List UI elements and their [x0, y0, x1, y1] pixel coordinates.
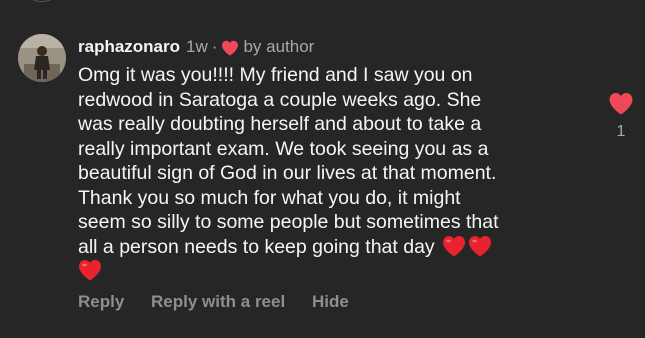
like-column: 1 — [608, 92, 634, 141]
meta-separator: · — [211, 37, 218, 56]
comment-text-line: was really doubting herself and about to… — [78, 113, 482, 135]
heart-icon[interactable] — [608, 92, 634, 115]
comment-text: Omg it was you!!!! My friend and I saw y… — [78, 63, 558, 284]
comment-text-line: beautiful sign of God in our lives at th… — [78, 162, 497, 184]
reply-button[interactable]: Reply — [78, 292, 124, 311]
reply-with-reel-button[interactable]: Reply with a reel — [151, 292, 285, 311]
comment-text-line: redwood in Saratoga a couple weeks ago. … — [78, 88, 482, 111]
username-link[interactable]: raphazonaro — [78, 36, 180, 58]
by-author-label: by author — [243, 37, 315, 56]
comment-text-line: Thank you so much for what you do, it mi… — [78, 186, 461, 209]
comment-actions: Reply Reply with a reel Hide — [78, 292, 371, 312]
comment-body: raphazonaro 1w · by author Omg it was yo… — [78, 36, 558, 284]
hide-button[interactable]: Hide — [312, 292, 349, 311]
comment-text-line: Omg it was you!!!! My friend and I saw y… — [78, 64, 473, 86]
comment-text-line: seem so silly to some people but sometim… — [78, 211, 499, 233]
red-heart-emoji-icon — [442, 235, 466, 257]
previous-avatar-edge — [18, 0, 66, 2]
avatar[interactable] — [18, 34, 66, 82]
comment-meta: raphazonaro 1w · by author — [78, 36, 558, 58]
like-count: 1 — [616, 123, 626, 140]
red-heart-emoji-icon — [468, 235, 492, 257]
comment-text-line: all a person needs to keep going that da… — [78, 235, 435, 258]
comment-time: 1w — [186, 37, 208, 56]
heart-icon — [221, 40, 239, 56]
red-heart-emoji-icon — [78, 259, 102, 281]
comment-text-line: really important exam. We took seeing yo… — [78, 137, 489, 160]
